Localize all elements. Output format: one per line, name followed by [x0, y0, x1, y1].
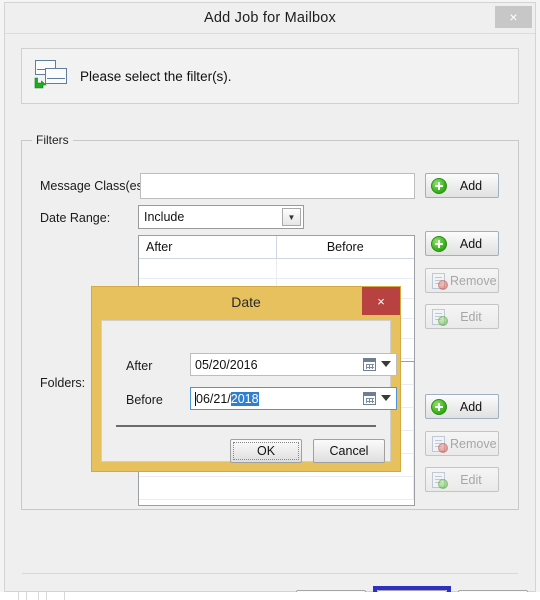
bottom-strip	[0, 592, 540, 600]
plus-icon	[430, 235, 450, 253]
cell-after	[139, 259, 277, 278]
cell-before	[277, 259, 415, 278]
date-dialog-title: Date	[231, 294, 261, 310]
remove-document-icon	[430, 272, 450, 290]
green-arrow-icon	[34, 77, 47, 89]
instruction-text: Please select the filter(s).	[80, 68, 232, 84]
calendar-icon[interactable]	[363, 358, 376, 371]
screen: Add Job for Mailbox × Please select the …	[0, 0, 540, 600]
remove-label: Remove	[450, 436, 497, 451]
folders-label: Folders:	[40, 376, 86, 390]
after-label: After	[126, 359, 153, 373]
date-dialog-cancel-button[interactable]: Cancel	[313, 439, 385, 463]
after-date-value: 05/20/2016	[195, 357, 258, 372]
message-class-input[interactable]	[140, 173, 415, 199]
column-header-after[interactable]: After	[139, 236, 277, 258]
plus-icon	[430, 398, 450, 416]
chevron-down-icon[interactable]: ▼	[282, 208, 301, 226]
date-range-select[interactable]: Include ▼	[138, 205, 304, 229]
date-range-edit-button[interactable]: Edit	[425, 304, 499, 329]
message-class-add-button[interactable]: Add	[425, 173, 499, 198]
footer-divider	[22, 573, 518, 574]
date-dialog-ok-button[interactable]: OK	[230, 439, 302, 463]
column-header-before[interactable]: Before	[277, 236, 415, 258]
window-titlebar: Add Job for Mailbox ×	[5, 3, 535, 33]
date-range-add-button[interactable]: Add	[425, 231, 499, 256]
add-label: Add	[459, 236, 483, 251]
add-label: Add	[459, 178, 483, 193]
table-row[interactable]	[139, 259, 414, 279]
plus-icon	[430, 177, 450, 195]
date-range-remove-button[interactable]: Remove	[425, 268, 499, 293]
folders-add-button[interactable]: Add	[425, 394, 499, 419]
folders-edit-button[interactable]: Edit	[425, 467, 499, 492]
date-dialog-close-icon[interactable]: ×	[362, 287, 400, 315]
after-date-input[interactable]: 05/20/2016	[190, 353, 397, 376]
remove-label: Remove	[450, 273, 497, 288]
remove-document-icon	[430, 435, 450, 453]
date-dialog: Date × After 05/20/2016 Before 06/21/201…	[91, 286, 401, 472]
date-range-selected-value: Include	[144, 210, 185, 224]
list-item-label	[139, 477, 414, 499]
before-label: Before	[126, 393, 163, 407]
mailbox-import-icon	[32, 58, 72, 94]
chevron-down-icon[interactable]	[381, 361, 391, 367]
add-label: Add	[459, 399, 483, 414]
calendar-icon[interactable]	[363, 392, 376, 405]
edit-label: Edit	[460, 472, 482, 487]
message-class-label: Message Class(es):	[40, 179, 151, 193]
edit-document-icon	[430, 308, 450, 326]
edit-document-icon	[430, 471, 450, 489]
filters-legend: Filters	[32, 133, 73, 147]
before-date-input[interactable]: 06/21/2018	[190, 387, 397, 410]
folders-remove-button[interactable]: Remove	[425, 431, 499, 456]
grid-header-row: After Before	[139, 236, 414, 259]
date-range-label: Date Range:	[40, 211, 111, 225]
date-dialog-divider	[116, 425, 376, 427]
close-icon[interactable]: ×	[495, 6, 532, 28]
edit-label: Edit	[460, 309, 482, 324]
before-date-prefix: 06/21/	[196, 391, 231, 406]
list-item[interactable]	[139, 477, 414, 500]
before-date-selected-text: 2018	[230, 391, 259, 406]
date-dialog-body: After 05/20/2016 Before 06/21/2018 OK Ca…	[101, 320, 397, 463]
instruction-banner: Please select the filter(s).	[21, 48, 519, 104]
window-title: Add Job for Mailbox	[204, 10, 336, 26]
date-dialog-titlebar: Date ×	[92, 287, 400, 317]
chevron-down-icon[interactable]	[381, 395, 391, 401]
